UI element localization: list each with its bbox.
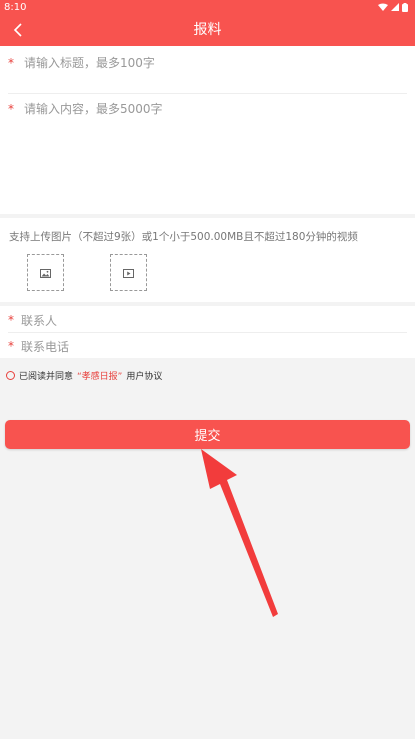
contact-name-input[interactable]: 联系人 [21, 312, 57, 329]
divider [8, 93, 407, 94]
contact-section: * 联系人 * 联系电话 [0, 306, 415, 358]
nav-bar: 报料 [0, 14, 415, 46]
agreement-brand-link[interactable]: “孝感日报” [77, 369, 122, 382]
upload-image-button[interactable] [27, 254, 64, 291]
page-title: 报料 [193, 22, 222, 38]
required-mark: * [8, 313, 14, 327]
contact-name-field[interactable]: * 联系人 [0, 312, 415, 332]
wifi-icon [378, 3, 388, 11]
title-input[interactable]: 请输入标题，最多100字 [24, 54, 155, 71]
required-mark: * [8, 102, 14, 116]
battery-icon [402, 2, 408, 12]
required-mark: * [8, 56, 14, 70]
agreement-row: 已阅读并同意 “孝感日报” 用户协议 [6, 369, 162, 382]
contact-phone-input[interactable]: 联系电话 [21, 338, 69, 355]
submit-button[interactable]: 提交 [5, 420, 410, 449]
required-mark: * [8, 339, 14, 353]
video-icon [123, 263, 134, 282]
upload-video-button[interactable] [110, 254, 147, 291]
agreement-checkbox[interactable] [6, 371, 15, 380]
status-time: 8:10 [4, 1, 27, 13]
upload-section: 支持上传图片（不超过9张）或1个小于500.00MB且不超过180分钟的视频 [0, 218, 415, 302]
content-textarea[interactable]: 请输入内容，最多5000字 [24, 100, 163, 117]
status-bar: 8:10 [0, 0, 415, 14]
agreement-prefix: 已阅读并同意 [19, 372, 74, 382]
signal-icon [391, 3, 399, 11]
content-form: * 请输入标题，最多100字 * 请输入内容，最多5000字 [0, 46, 415, 214]
content-field[interactable]: * 请输入内容，最多5000字 [0, 100, 415, 210]
divider [8, 332, 407, 333]
agreement-suffix[interactable]: 用户协议 [126, 369, 162, 382]
image-icon [40, 263, 51, 282]
upload-hint: 支持上传图片（不超过9张）或1个小于500.00MB且不超过180分钟的视频 [9, 231, 358, 243]
contact-phone-field[interactable]: * 联系电话 [0, 338, 415, 358]
title-field[interactable]: * 请输入标题，最多100字 [0, 54, 415, 80]
